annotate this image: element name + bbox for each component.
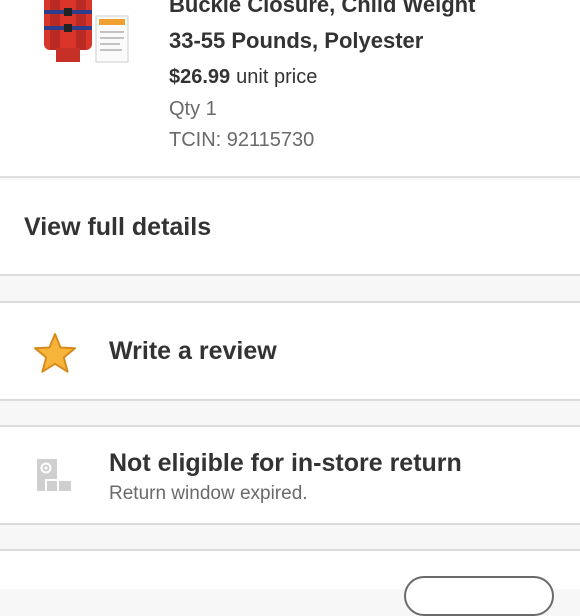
- order-item-card: Buckle Closure, Child Weight 33-55 Pound…: [0, 0, 580, 178]
- write-review-row[interactable]: Write a review: [0, 301, 580, 401]
- return-eligibility-row: Not eligible for in-store return Return …: [0, 425, 580, 525]
- star-icon: [34, 333, 76, 373]
- product-image[interactable]: [36, 0, 136, 74]
- price-unit-label: unit price: [236, 66, 318, 88]
- unit-price: $26.99 unit price: [169, 66, 317, 89]
- view-full-details-row[interactable]: View full details: [0, 180, 580, 276]
- return-window-status: Return window expired.: [109, 483, 308, 504]
- tcin: TCIN: 92115730: [169, 129, 315, 151]
- quantity: Qty 1: [169, 98, 217, 120]
- return-eligibility-label: Not eligible for in-store return: [109, 449, 462, 477]
- store-return-icon: [37, 459, 71, 491]
- bottom-actions-card: [0, 549, 580, 616]
- product-title-line-1[interactable]: Buckle Closure, Child Weight: [169, 0, 475, 18]
- action-button[interactable]: [404, 576, 554, 616]
- write-review-label: Write a review: [109, 337, 277, 365]
- price-amount: $26.99: [169, 66, 231, 88]
- view-full-details-link[interactable]: View full details: [24, 213, 211, 242]
- product-title-line-2[interactable]: 33-55 Pounds, Polyester: [169, 28, 423, 54]
